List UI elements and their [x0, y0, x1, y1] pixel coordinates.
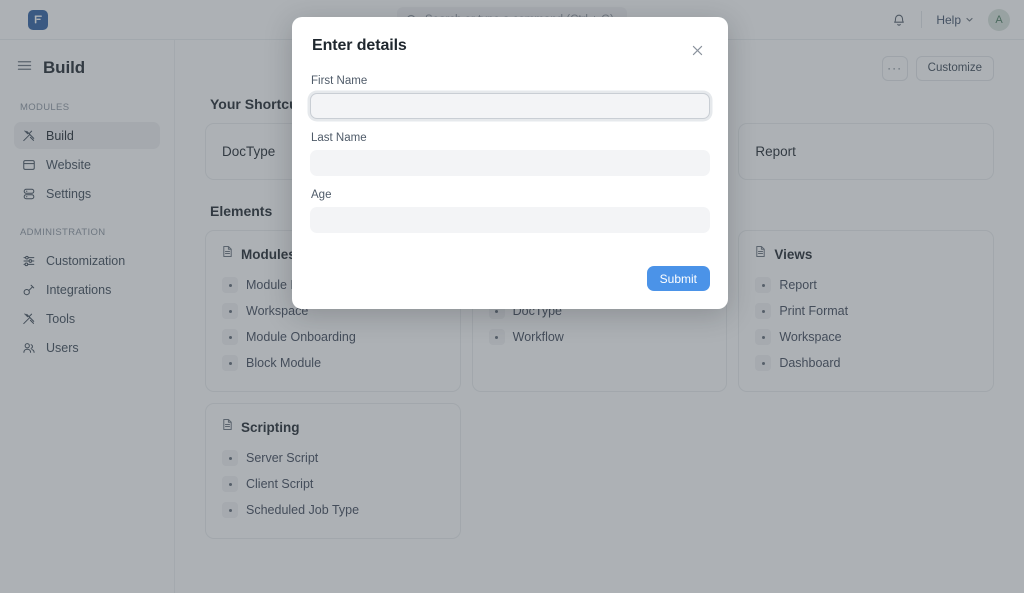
enter-details-modal: Enter details First Name Last Name Age S…	[292, 17, 728, 309]
first-name-input[interactable]	[310, 93, 710, 119]
modal-title: Enter details	[312, 37, 407, 55]
modal-header: Enter details	[292, 17, 728, 61]
field-last-name: Last Name	[310, 132, 710, 176]
submit-button[interactable]: Submit	[647, 266, 710, 291]
age-label: Age	[311, 189, 710, 201]
first-name-label: First Name	[311, 75, 710, 87]
field-first-name: First Name	[310, 75, 710, 119]
field-age: Age	[310, 189, 710, 233]
close-icon[interactable]	[686, 39, 708, 61]
modal-footer: Submit	[292, 252, 728, 309]
last-name-input[interactable]	[310, 150, 710, 176]
modal-body: First Name Last Name Age	[292, 61, 728, 252]
age-input[interactable]	[310, 207, 710, 233]
last-name-label: Last Name	[311, 132, 710, 144]
